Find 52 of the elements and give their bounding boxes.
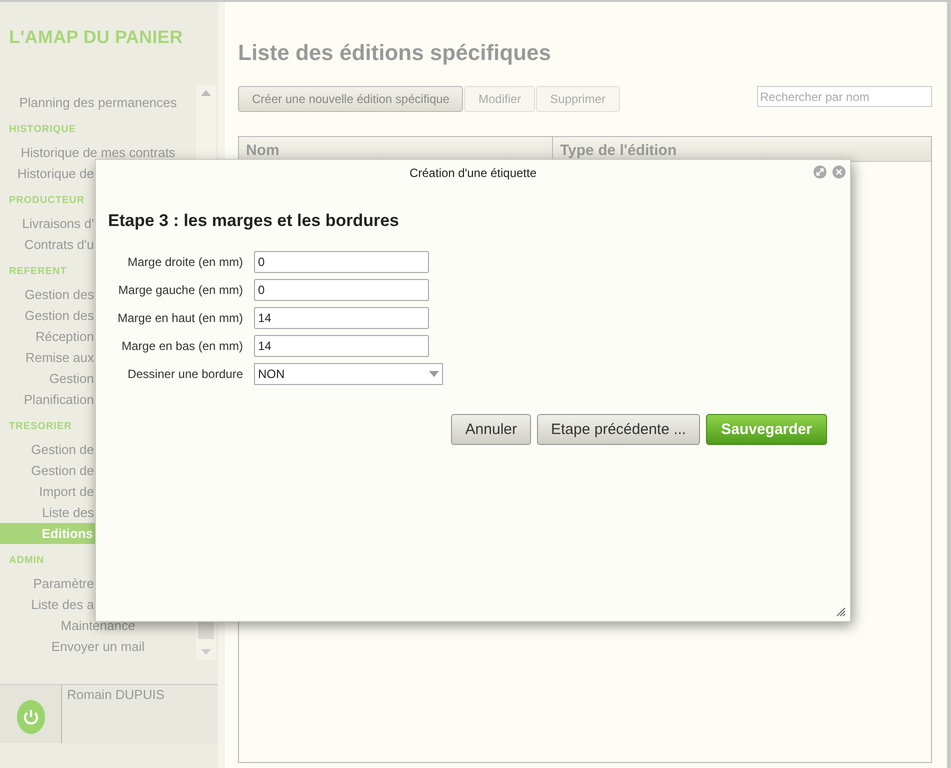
toolbar-button[interactable]: Créer une nouvelle édition spécifique xyxy=(238,86,464,112)
page-title: Liste des éditions spécifiques xyxy=(238,39,551,67)
sidebar-item[interactable]: Import de xyxy=(0,481,94,502)
input-field[interactable]: 14 xyxy=(254,307,429,329)
section-heading: ADMIN xyxy=(9,554,44,568)
dialog-button[interactable]: Etape précédente ... xyxy=(537,414,700,445)
logout-button[interactable] xyxy=(0,685,62,743)
sidebar-item[interactable]: Gestion de xyxy=(0,439,94,460)
sidebar-item[interactable]: Planning des permanences xyxy=(0,92,196,113)
sidebar-item[interactable]: Contrats d'u xyxy=(0,234,94,255)
sidebar-item[interactable]: Historique de mes contrats xyxy=(0,142,196,163)
sidebar-item[interactable]: Gestion des xyxy=(0,305,94,326)
input-field[interactable]: 0 xyxy=(254,279,429,301)
step-heading: Etape 3 : les marges et les bordures xyxy=(107,210,400,232)
input-field[interactable]: 14 xyxy=(254,335,429,357)
field-label: Marge droite (en mm) xyxy=(126,255,244,269)
sidebar-item[interactable]: Liste des xyxy=(0,502,94,523)
dialog-title: Création d'une étiquette xyxy=(409,166,537,180)
search-field[interactable]: Rechercher par nom xyxy=(757,86,932,107)
field-label: Marge en haut (en mm) xyxy=(116,311,244,325)
sidebar-item[interactable]: Réception xyxy=(0,326,94,347)
sidebar-item[interactable]: Envoyer un mail xyxy=(0,636,196,657)
close-icon[interactable] xyxy=(832,165,846,179)
dropdown[interactable]: NON xyxy=(254,363,443,385)
sidebar-item[interactable]: Gestion de xyxy=(0,460,94,481)
sidebar-item[interactable]: Planification xyxy=(0,389,94,410)
app-logo: L'AMAP DU PANIER xyxy=(8,26,184,49)
caret-icon xyxy=(429,371,439,377)
field-label: Dessiner une bordure xyxy=(126,367,244,381)
scroll-up-icon[interactable] xyxy=(201,90,211,96)
maximize-icon[interactable] xyxy=(813,165,827,179)
user-name: Romain DUPUIS xyxy=(66,686,165,704)
sidebar-item[interactable]: Paramètre xyxy=(0,573,94,594)
sidebar-item[interactable]: Historique de xyxy=(0,163,94,184)
sidebar-item[interactable]: Liste des a xyxy=(0,594,94,615)
sidebar-item[interactable]: Livraisons d' xyxy=(0,213,94,234)
section-heading: PRODUCTEUR xyxy=(9,194,85,208)
section-heading: HISTORIQUE xyxy=(9,123,76,137)
input-field[interactable]: 0 xyxy=(254,251,429,273)
resize-grip-icon[interactable] xyxy=(836,607,846,617)
section-heading: TRESORIER xyxy=(9,420,72,434)
sidebar-item[interactable]: Gestion xyxy=(0,368,94,389)
section-heading: REFERENT xyxy=(9,265,67,279)
column-header[interactable]: Type de l'édition xyxy=(553,137,684,161)
dialog-button[interactable]: Sauvegarder xyxy=(706,414,827,445)
scroll-down-icon[interactable] xyxy=(201,649,211,655)
sidebar-item[interactable]: Remise aux xyxy=(0,347,94,368)
dialog-button[interactable]: Annuler xyxy=(451,414,531,445)
field-label: Marge en bas (en mm) xyxy=(120,339,244,353)
sidebar-item[interactable]: Gestion des xyxy=(0,284,94,305)
power-icon xyxy=(16,700,44,734)
field-label: Marge gauche (en mm) xyxy=(117,283,244,297)
